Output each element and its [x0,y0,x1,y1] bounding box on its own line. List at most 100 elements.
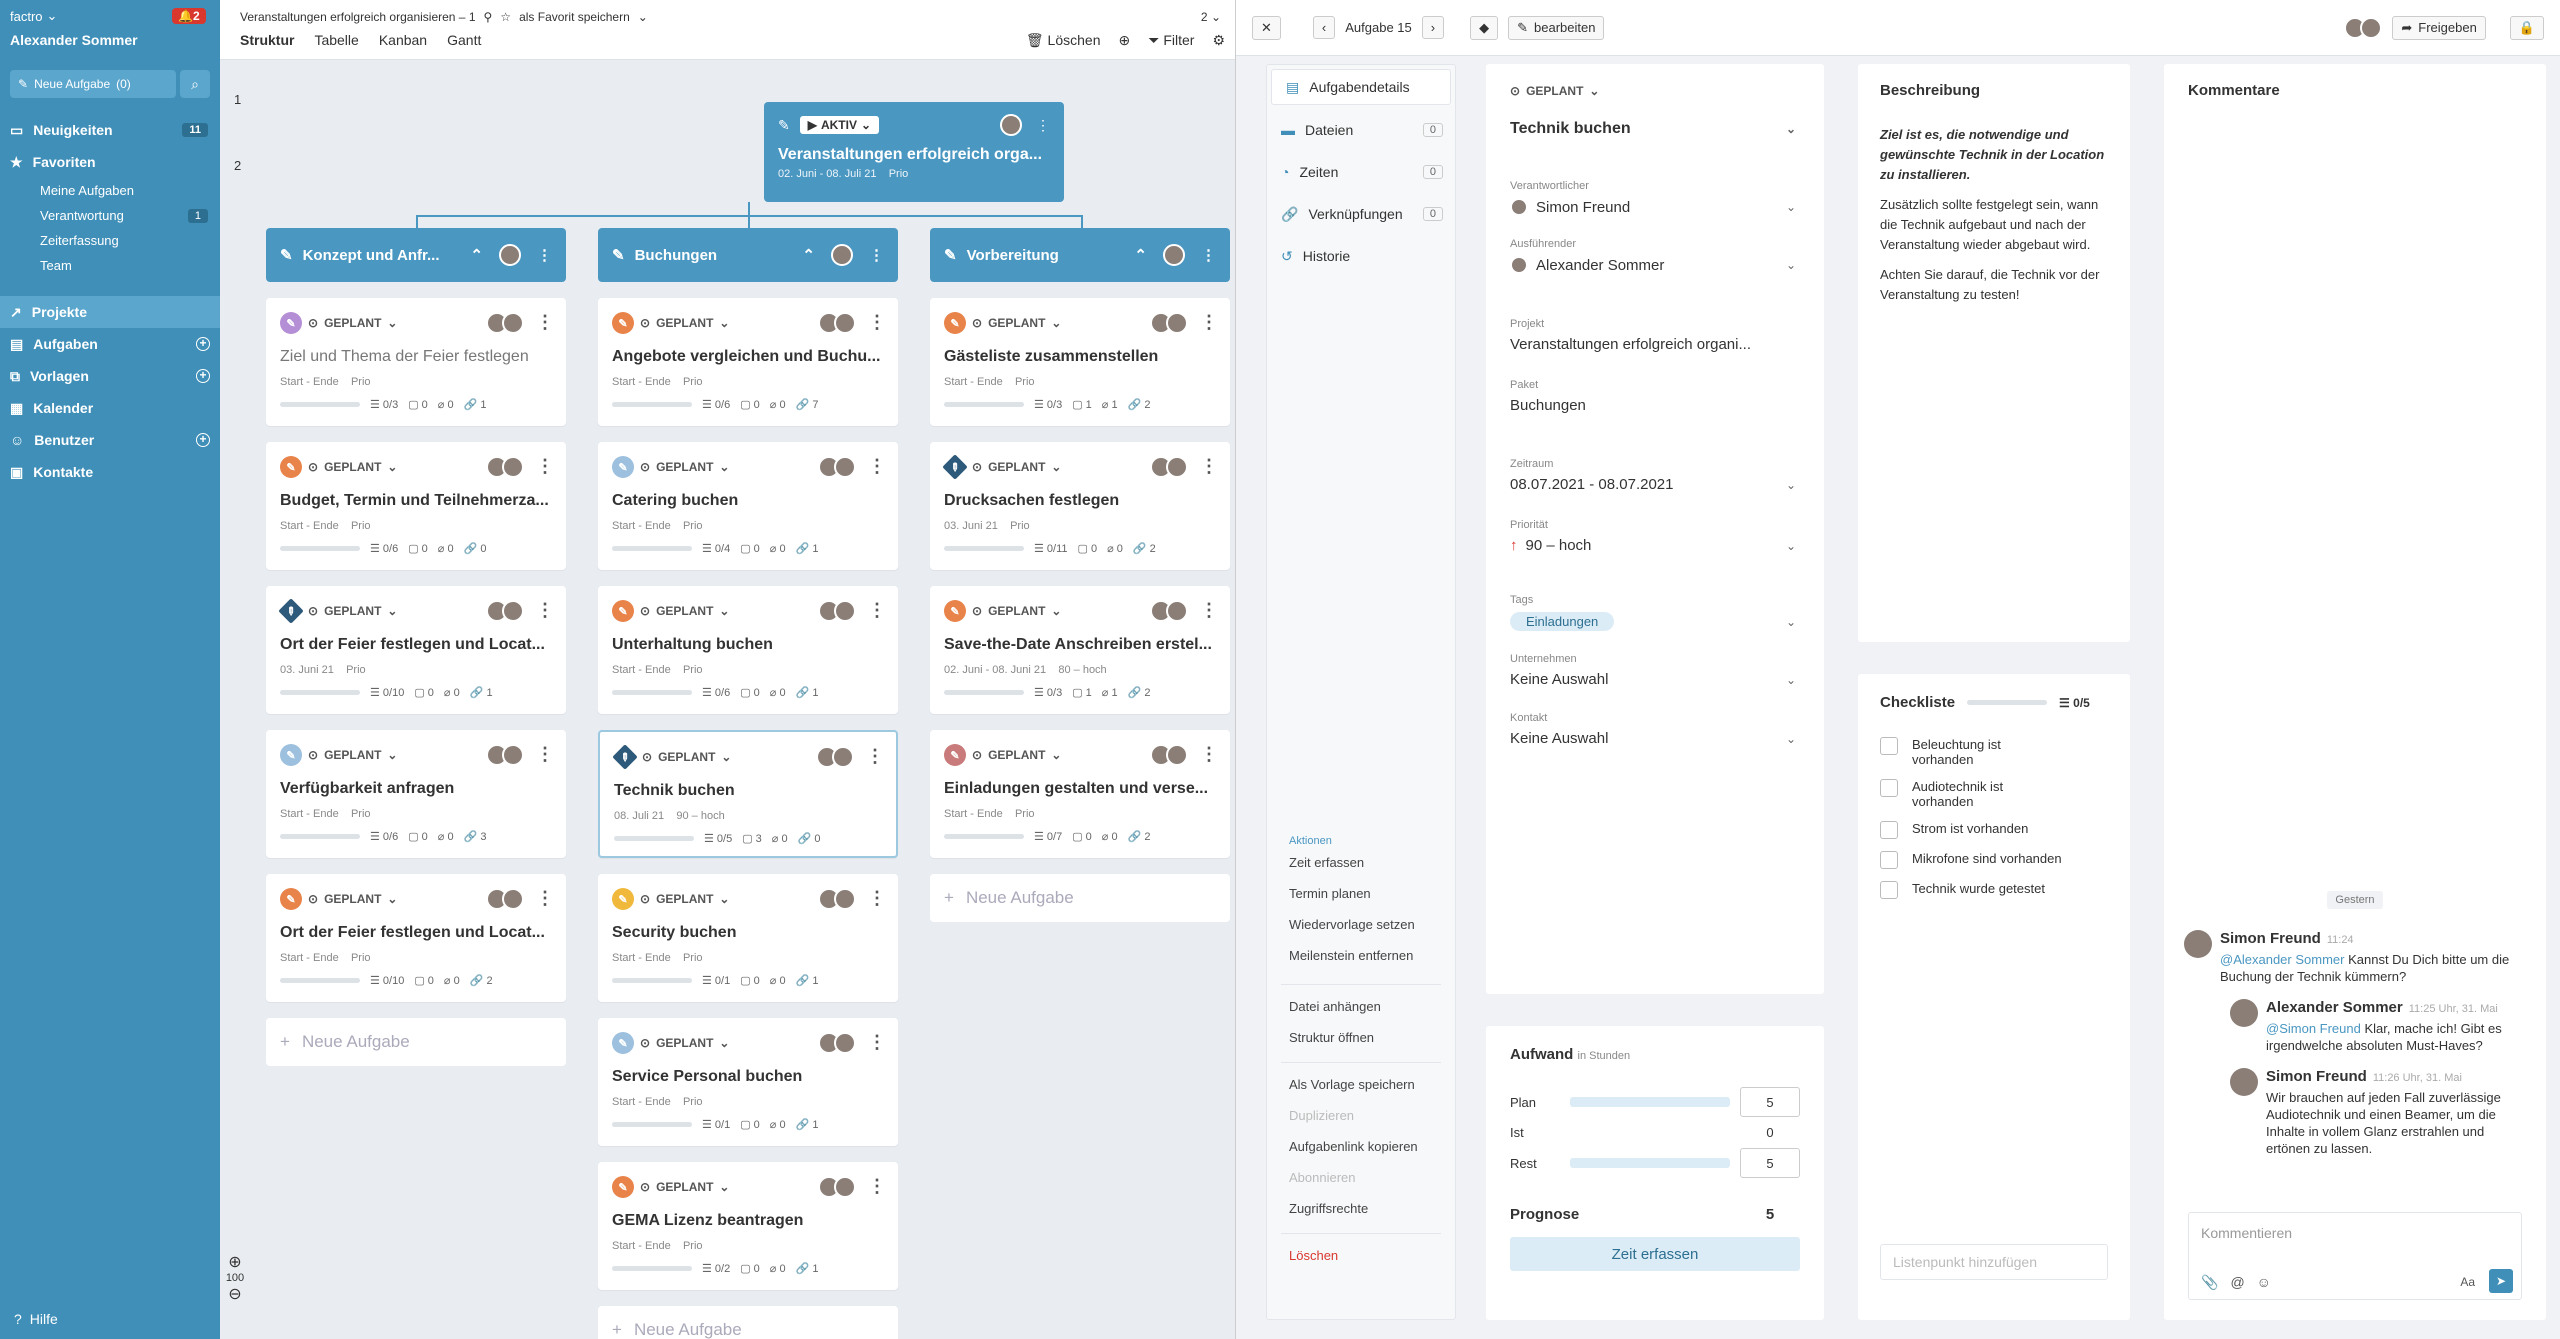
tab-struktur[interactable]: Struktur [240,32,294,48]
more-icon[interactable]: ⋮ [536,456,554,477]
lock-button[interactable]: 🔒 [2509,15,2544,40]
action-datei-anhaengen[interactable]: Datei anhängen [1267,991,1455,1022]
action-struktur-oeffnen[interactable]: Struktur öffnen [1267,1022,1455,1053]
more-icon[interactable]: ⋮ [868,312,886,333]
chevron-up-icon[interactable]: ⌃ [470,246,483,264]
sidebar-item-neuigkeiten[interactable]: ▭ Neuigkeiten 11 [0,114,220,146]
priority-field[interactable]: ↑ 90 – hoch ⌄ [1510,537,1800,554]
new-task-button[interactable]: + Neue Aufgabe [266,1018,566,1066]
tab-kanban[interactable]: Kanban [379,32,427,48]
more-icon[interactable]: ⋮ [1200,312,1218,333]
next-button[interactable]: › [1421,16,1445,39]
more-icon[interactable]: ⋮ [1201,246,1216,264]
prev-button[interactable]: ‹ [1312,16,1336,39]
nav-historie[interactable]: ↺ Historie [1267,235,1455,277]
sidebar-sub-meine-aufgaben[interactable]: Meine Aufgaben [0,178,220,203]
text-format-button[interactable]: Aa [2460,1275,2475,1289]
company-field[interactable]: Keine Auswahl ⌄ [1510,671,1800,688]
rest-input[interactable]: 5 [1740,1148,1800,1178]
chevron-up-icon[interactable]: ⌃ [802,246,815,264]
more-icon[interactable]: ⋮ [536,744,554,765]
action-meilenstein-entfernen[interactable]: Meilenstein entfernen [1267,940,1455,971]
zoom-out-icon[interactable]: ⊖ [225,1284,245,1304]
action-termin-planen[interactable]: Termin planen [1267,878,1455,909]
zoom-in-icon[interactable]: ⊕ [225,1252,245,1272]
sidebar-sub-team[interactable]: Team [0,253,220,278]
at-icon[interactable]: @ [2230,1274,2244,1291]
nav-dateien[interactable]: ▬ Dateien 0 [1267,109,1455,151]
new-task-button[interactable]: + Neue Aufgabe [598,1306,898,1339]
task-title-field[interactable]: Technik buchen ⌄ [1510,120,1800,138]
sidebar-item-kontakte[interactable]: ▣ Kontakte [0,456,220,488]
more-icon[interactable]: ⋮ [868,1176,886,1197]
executor-field[interactable]: Alexander Sommer ⌄ [1510,256,1800,274]
sidebar-item-kalender[interactable]: ▦ Kalender [0,392,220,424]
search-button[interactable]: ⌕ [180,70,210,98]
sidebar-sub-verantwortung[interactable]: Verantwortung 1 [0,203,220,228]
add-icon[interactable]: + [196,337,210,351]
tags-field[interactable]: Einladungen ⌄ [1510,612,1800,631]
milestone-button[interactable]: ◆ [1470,15,1499,40]
nav-verknuepfungen[interactable]: 🔗 Verknüpfungen 0 [1267,193,1455,235]
sidebar-item-favoriten[interactable]: ★ Favoriten [0,146,220,178]
close-button[interactable]: ✕ [1252,15,1281,40]
task-card[interactable]: ✎ ⊙ GEPLANT ⌄ ⋮ Gästeliste zusammenstell… [930,298,1230,426]
action-zugriffsrechte[interactable]: Zugriffsrechte [1267,1193,1455,1224]
column-header[interactable]: ✎ Konzept und Anfr... ⌃ ⋮ [266,228,566,282]
mention[interactable]: @Simon Freund [2266,1021,2361,1036]
more-icon[interactable]: ⋮ [868,600,886,621]
mention[interactable]: @Alexander Sommer [2220,952,2344,967]
share-button[interactable]: ➦ Freigeben [2392,15,2486,40]
emoji-icon[interactable]: ☺ [2257,1274,2271,1291]
task-card[interactable]: ✎ ⊙ GEPLANT ⌄ ⋮ Ort der Feier festlegen … [266,586,566,714]
delete-button[interactable]: 🗑 Löschen [1026,32,1101,49]
project-root-card[interactable]: ✎ ▶ AKTIV ⌄ ⋮ Veranstaltungen erfolgreic… [764,102,1064,202]
more-icon[interactable]: ⋮ [536,312,554,333]
nav-aufgabendetails[interactable]: ▤ Aufgabendetails [1271,69,1451,105]
sidebar-item-benutzer[interactable]: ☺ Benutzer + [0,424,220,456]
comment-input[interactable]: Kommentieren [2189,1213,2521,1253]
star-outline-icon[interactable]: ☆ [500,10,511,24]
more-icon[interactable]: ⋮ [868,888,886,909]
checkbox[interactable] [1880,821,1898,839]
contact-field[interactable]: Keine Auswahl ⌄ [1510,730,1800,747]
checkbox[interactable] [1880,851,1898,869]
new-task-button[interactable]: + Neue Aufgabe [930,874,1230,922]
sidebar-item-vorlagen[interactable]: ⧉ Vorlagen + [0,360,220,392]
more-icon[interactable]: ⋮ [536,888,554,909]
send-button[interactable]: ➤ [2489,1269,2513,1293]
sidebar-sub-zeiterfassung[interactable]: Zeiterfassung [0,228,220,253]
nav-zeiten[interactable]: ◔ Zeiten 0 [1267,151,1455,193]
action-wiedervorlage[interactable]: Wiedervorlage setzen [1267,909,1455,940]
sidebar-item-aufgaben[interactable]: ▤ Aufgaben + [0,328,220,360]
more-icon[interactable]: ⋮ [868,456,886,477]
edit-icon[interactable]: ✎ [612,246,625,264]
task-card[interactable]: ✎ ⊙ GEPLANT ⌄ ⋮ Save-the-Date Anschreibe… [930,586,1230,714]
help-link[interactable]: ? Hilfe [14,1311,58,1327]
status-dropdown[interactable]: ⊙ GEPLANT ⌄ [1510,84,1800,98]
add-icon[interactable]: + [196,369,210,383]
task-card[interactable]: ✎ ⊙ GEPLANT ⌄ ⋮ Drucksachen festlegen 03… [930,442,1230,570]
task-card[interactable]: ✎ ⊙ GEPLANT ⌄ ⋮ Unterhaltung buchen Star… [598,586,898,714]
more-icon[interactable]: ⋮ [1036,117,1050,134]
more-icon[interactable]: ⋮ [869,246,884,264]
column-header[interactable]: ✎ Vorbereitung ⌃ ⋮ [930,228,1230,282]
edit-icon[interactable]: ✎ [944,246,957,264]
task-card[interactable]: ✎ ⊙ GEPLANT ⌄ ⋮ Einladungen gestalten un… [930,730,1230,858]
settings-icon[interactable]: ⚙ [1212,32,1225,49]
plan-input[interactable]: 5 [1740,1087,1800,1117]
status-badge[interactable]: ▶ AKTIV ⌄ [799,116,880,134]
tab-gantt[interactable]: Gantt [447,32,481,48]
action-als-vorlage[interactable]: Als Vorlage speichern [1267,1069,1455,1100]
task-card[interactable]: ✎ ⊙ GEPLANT ⌄ ⋮ Ort der Feier festlegen … [266,874,566,1002]
chevron-down-icon[interactable]: ⌄ [638,10,648,24]
task-card[interactable]: ✎ ⊙ GEPLANT ⌄ ⋮ GEMA Lizenz beantragen S… [598,1162,898,1290]
task-card[interactable]: ✎ ⊙ GEPLANT ⌄ ⋮ Catering buchen Start - … [598,442,898,570]
edit-icon[interactable]: ✎ [280,246,293,264]
chevron-up-icon[interactable]: ⌃ [1134,246,1147,264]
period-field[interactable]: 08.07.2021 - 08.07.2021 ⌄ [1510,476,1800,493]
task-card[interactable]: ✎ ⊙ GEPLANT ⌄ ⋮ Verfügbarkeit anfragen S… [266,730,566,858]
pin-icon[interactable]: ⚲ [484,10,493,24]
task-card[interactable]: ✎ ⊙ GEPLANT ⌄ ⋮ Security buchen Start - … [598,874,898,1002]
checkbox[interactable] [1880,737,1898,755]
